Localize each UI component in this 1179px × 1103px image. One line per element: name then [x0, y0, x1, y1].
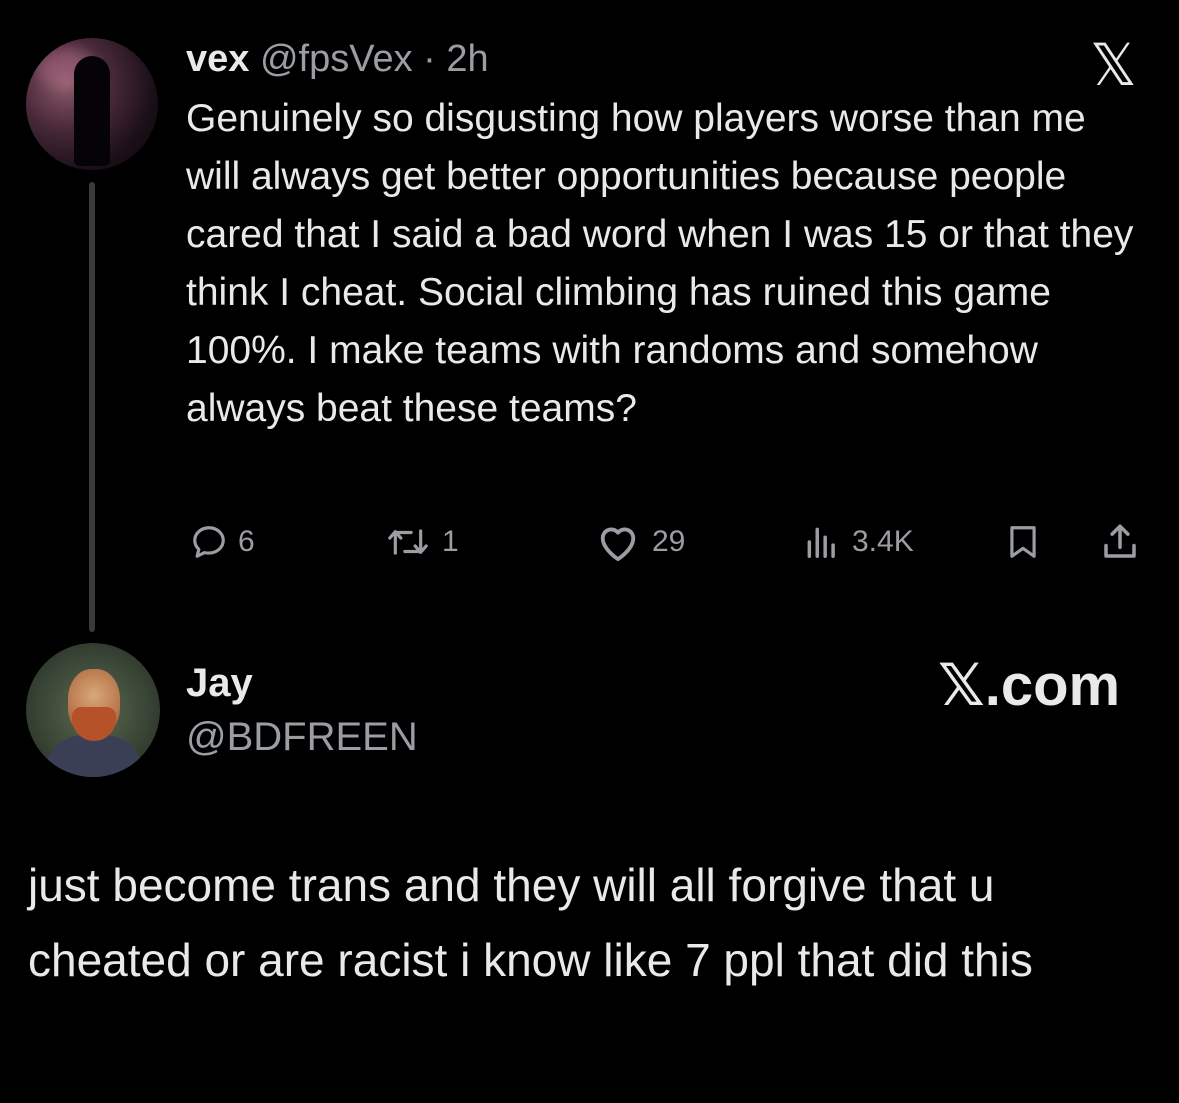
tweet-time[interactable]: 2h: [446, 38, 488, 80]
tweet-separator: ·: [412, 38, 447, 80]
reply-button[interactable]: 6: [190, 520, 255, 564]
reply-icon: [193, 526, 225, 558]
reply-handle[interactable]: @BDFREEN: [186, 712, 418, 762]
repost-button[interactable]: 1: [384, 520, 459, 564]
avatar-jay[interactable]: [26, 643, 160, 777]
repost-count: 1: [442, 525, 459, 558]
tweet-display-name[interactable]: vex: [186, 38, 249, 80]
tweet-header: vex @fpsVex · 2h: [186, 36, 489, 82]
reply-text: just become trans and they will all forg…: [28, 859, 1033, 986]
views-icon: [807, 527, 835, 558]
reply-count: 6: [238, 525, 255, 558]
x-com-source-label: 𝕏.com: [938, 653, 1121, 718]
bookmark-icon: [1010, 526, 1036, 558]
avatar-vex[interactable]: [26, 38, 158, 170]
avatar-coat: [44, 735, 144, 777]
like-button[interactable]: 29: [594, 520, 685, 564]
repost-icon: [388, 529, 428, 555]
reply-header: Jay @BDFREEN: [186, 660, 418, 762]
reply-display-name[interactable]: Jay: [186, 660, 418, 706]
avatar-figure: [74, 56, 110, 166]
share-button[interactable]: [1098, 520, 1142, 564]
like-count: 29: [652, 525, 686, 558]
views-button[interactable]: 3.4K: [802, 520, 914, 564]
thread-connector-line: [89, 182, 95, 632]
bookmark-button[interactable]: [1004, 520, 1042, 564]
heart-icon: [600, 527, 636, 562]
tweet-text: Genuinely so disgusting how players wors…: [186, 97, 1134, 430]
x-logo-icon: 𝕏: [1090, 31, 1137, 99]
views-count: 3.4K: [852, 525, 914, 558]
tweet-handle[interactable]: @fpsVex: [260, 38, 413, 80]
share-icon: [1104, 524, 1136, 558]
